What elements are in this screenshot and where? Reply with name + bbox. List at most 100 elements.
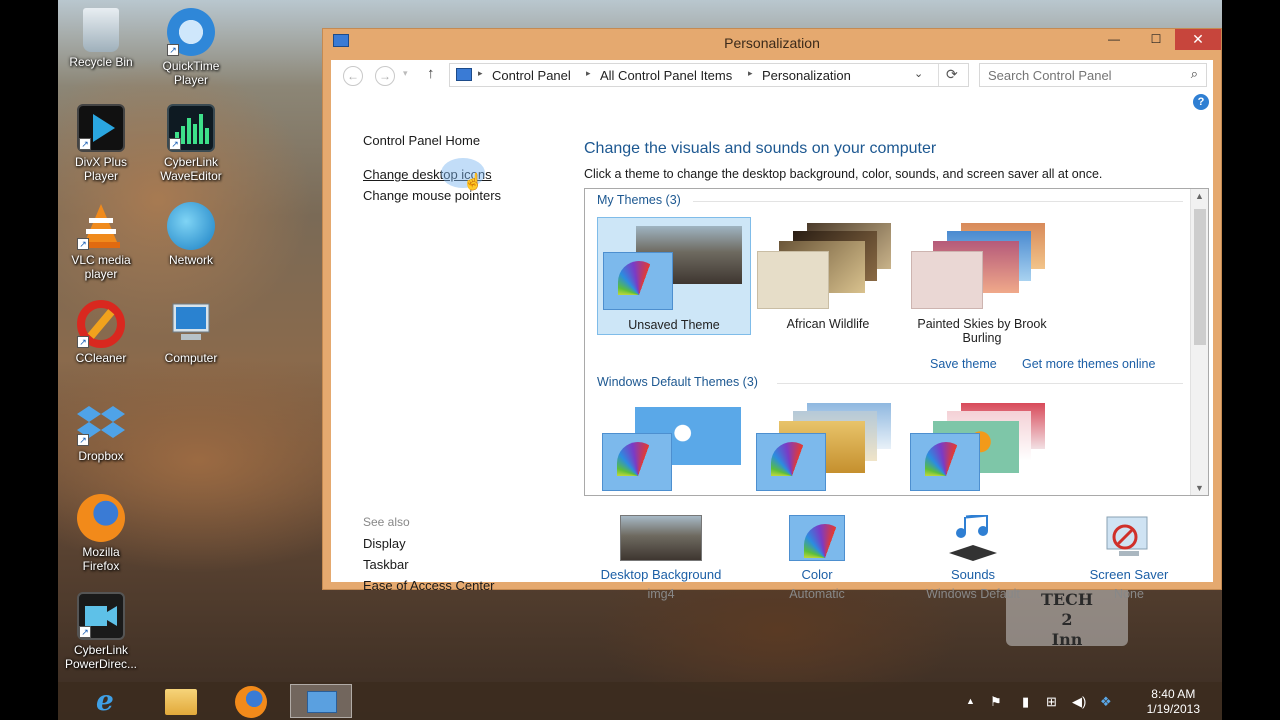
control-panel-home-link[interactable]: Control Panel Home [363,133,480,148]
my-themes-heading: My Themes (3) [597,193,681,207]
desktop-icon-powerdirector[interactable]: ↗ CyberLink PowerDirec... [58,592,144,671]
screen-saver-setting[interactable]: Screen Saver None [1054,515,1204,601]
dropbox-tray-icon[interactable]: ❖ [1100,694,1112,710]
desktop-icon-network[interactable]: Network [148,202,234,267]
clock-time: 8:40 AM [1151,687,1196,701]
taskbar: e ▲ ⚑ ▮ ⊞ ◀) ❖ 8:40 AM 1/19/2013 [58,682,1222,720]
desktop-icon-label: CCleaner [75,351,127,365]
themes-scrollbar[interactable]: ▲ ▼ [1190,189,1208,495]
sounds-setting[interactable]: Sounds Windows Default [898,513,1048,601]
divx-player-icon: ↗ [77,104,125,152]
breadcrumb-separator-icon: ▸ [748,68,753,78]
forward-arrow-icon[interactable]: → [375,66,395,86]
desktop-icon-quicktime[interactable]: ↗ QuickTime Player [148,8,234,87]
desktop-icon-label: Mozilla Firefox [82,545,120,573]
themes-list: My Themes (3) Unsaved Theme African Wild… [584,188,1209,496]
color-wheel-icon [603,252,673,310]
scroll-down-icon[interactable]: ▼ [1195,483,1204,493]
breadcrumb-control-panel[interactable]: Control Panel [492,68,571,83]
save-theme-link[interactable]: Save theme [930,357,997,371]
setting-label: Screen Saver [1089,567,1169,582]
sounds-music-notes-icon [945,513,1001,561]
watermark-text: 2 [1061,610,1073,629]
desktop-icon-recycle-bin[interactable]: Recycle Bin [58,8,144,69]
desktop-icon-waveeditor[interactable]: ↗ CyberLink WaveEditor [148,104,234,183]
breadcrumb-personalization[interactable]: Personalization [762,68,851,83]
action-center-flag-icon[interactable]: ⚑ [990,694,1002,710]
see-also-display-link[interactable]: Display [363,536,406,551]
shortcut-arrow-icon: ↗ [169,138,181,150]
battery-icon[interactable]: ▮ [1022,694,1029,710]
theme-color-swatch [911,251,983,309]
recent-pages-chevron-icon[interactable]: ▾ [403,68,408,79]
scroll-up-icon[interactable]: ▲ [1195,191,1204,201]
search-icon[interactable]: ⌕ [1191,66,1198,82]
title-bar[interactable]: Personalization — ☐ ✕ [323,29,1221,59]
see-also-taskbar-link[interactable]: Taskbar [363,557,409,572]
theme-windows-default[interactable] [597,399,751,495]
shortcut-arrow-icon: ↗ [77,336,89,348]
color-wheel-icon [910,433,980,491]
group-divider [777,383,1183,384]
address-dropdown-icon[interactable]: ⌄ [914,67,923,80]
desktop-icon-dropbox[interactable]: ↗ Dropbox [58,398,144,463]
volume-icon[interactable]: ◀) [1072,694,1086,710]
taskbar-file-explorer[interactable] [150,684,212,718]
color-wheel-icon [789,515,846,561]
desktop-icon-label: CyberLink WaveEditor [160,155,222,183]
setting-label: Color [801,567,833,582]
theme-african-wildlife[interactable]: African Wildlife [751,217,905,335]
theme-unsaved[interactable]: Unsaved Theme [597,217,751,335]
watermark-text: Inn [1051,630,1083,649]
change-mouse-pointers-link[interactable]: Change mouse pointers [363,188,501,203]
powerdirector-icon: ↗ [77,592,125,640]
desktop-icon-label: DivX Plus Player [74,155,127,183]
desktop-icon-divx[interactable]: ↗ DivX Plus Player [58,104,144,183]
scroll-thumb[interactable] [1194,209,1206,345]
shortcut-arrow-icon: ↗ [167,44,179,56]
refresh-icon[interactable]: ⟳ [946,66,958,83]
theme-name: Painted Skies by Brook Burling [917,317,1047,345]
desktop-icon-firefox[interactable]: Mozilla Firefox [58,494,144,573]
taskbar-firefox[interactable] [220,684,282,718]
see-also-ease-of-access-link[interactable]: Ease of Access Center [363,578,495,593]
theme-windows-flowers[interactable] [905,399,1059,495]
search-box[interactable]: ⌕ [979,63,1207,87]
breadcrumb-all-items[interactable]: All Control Panel Items [600,68,732,83]
help-icon[interactable]: ? [1193,94,1209,110]
maximize-button[interactable]: ☐ [1141,29,1171,50]
theme-name: Unsaved Theme [628,318,720,332]
taskbar-internet-explorer[interactable]: e [80,684,142,718]
color-setting[interactable]: Color Automatic [742,515,892,601]
firefox-icon [235,686,267,718]
recycle-bin-icon [83,8,119,52]
theme-windows-lines[interactable] [751,399,905,495]
desktop-background-setting[interactable]: Desktop Background img4 [586,515,736,601]
theme-painted-skies[interactable]: Painted Skies by Brook Burling [905,217,1059,345]
dropbox-icon: ↗ [77,398,125,446]
close-button[interactable]: ✕ [1175,29,1221,50]
color-wheel-icon [602,433,672,491]
network-icon[interactable]: ⊞ [1046,694,1057,710]
desktop-icon-ccleaner[interactable]: ↗ CCleaner [58,300,144,365]
navigation-bar: ← → ▾ ↑ ▸ Control Panel ▸ All Control Pa… [331,60,1213,90]
address-bar[interactable]: ▸ Control Panel ▸ All Control Panel Item… [449,63,969,87]
desktop-icon-vlc[interactable]: ↗ VLC media player [58,202,144,281]
setting-label: Sounds [950,567,996,582]
search-input[interactable] [980,64,1170,86]
show-hidden-icons-chevron-icon[interactable]: ▲ [966,696,975,706]
waveeditor-icon: ↗ [167,104,215,152]
back-arrow-icon[interactable]: ← [343,66,363,86]
firefox-icon [77,494,125,542]
up-arrow-icon[interactable]: ↑ [427,65,435,82]
desktop-icon-label: VLC media player [71,253,131,281]
taskbar-control-panel[interactable] [290,684,352,718]
color-wheel-icon [756,433,826,491]
folder-icon [165,689,197,715]
get-more-themes-link[interactable]: Get more themes online [1022,357,1155,371]
system-clock[interactable]: 8:40 AM 1/19/2013 [1147,687,1200,717]
desktop-icon-computer[interactable]: Computer [148,300,234,365]
minimize-button[interactable]: — [1099,29,1129,50]
theme-name: African Wildlife [786,317,870,331]
quicktime-icon: ↗ [167,8,215,56]
